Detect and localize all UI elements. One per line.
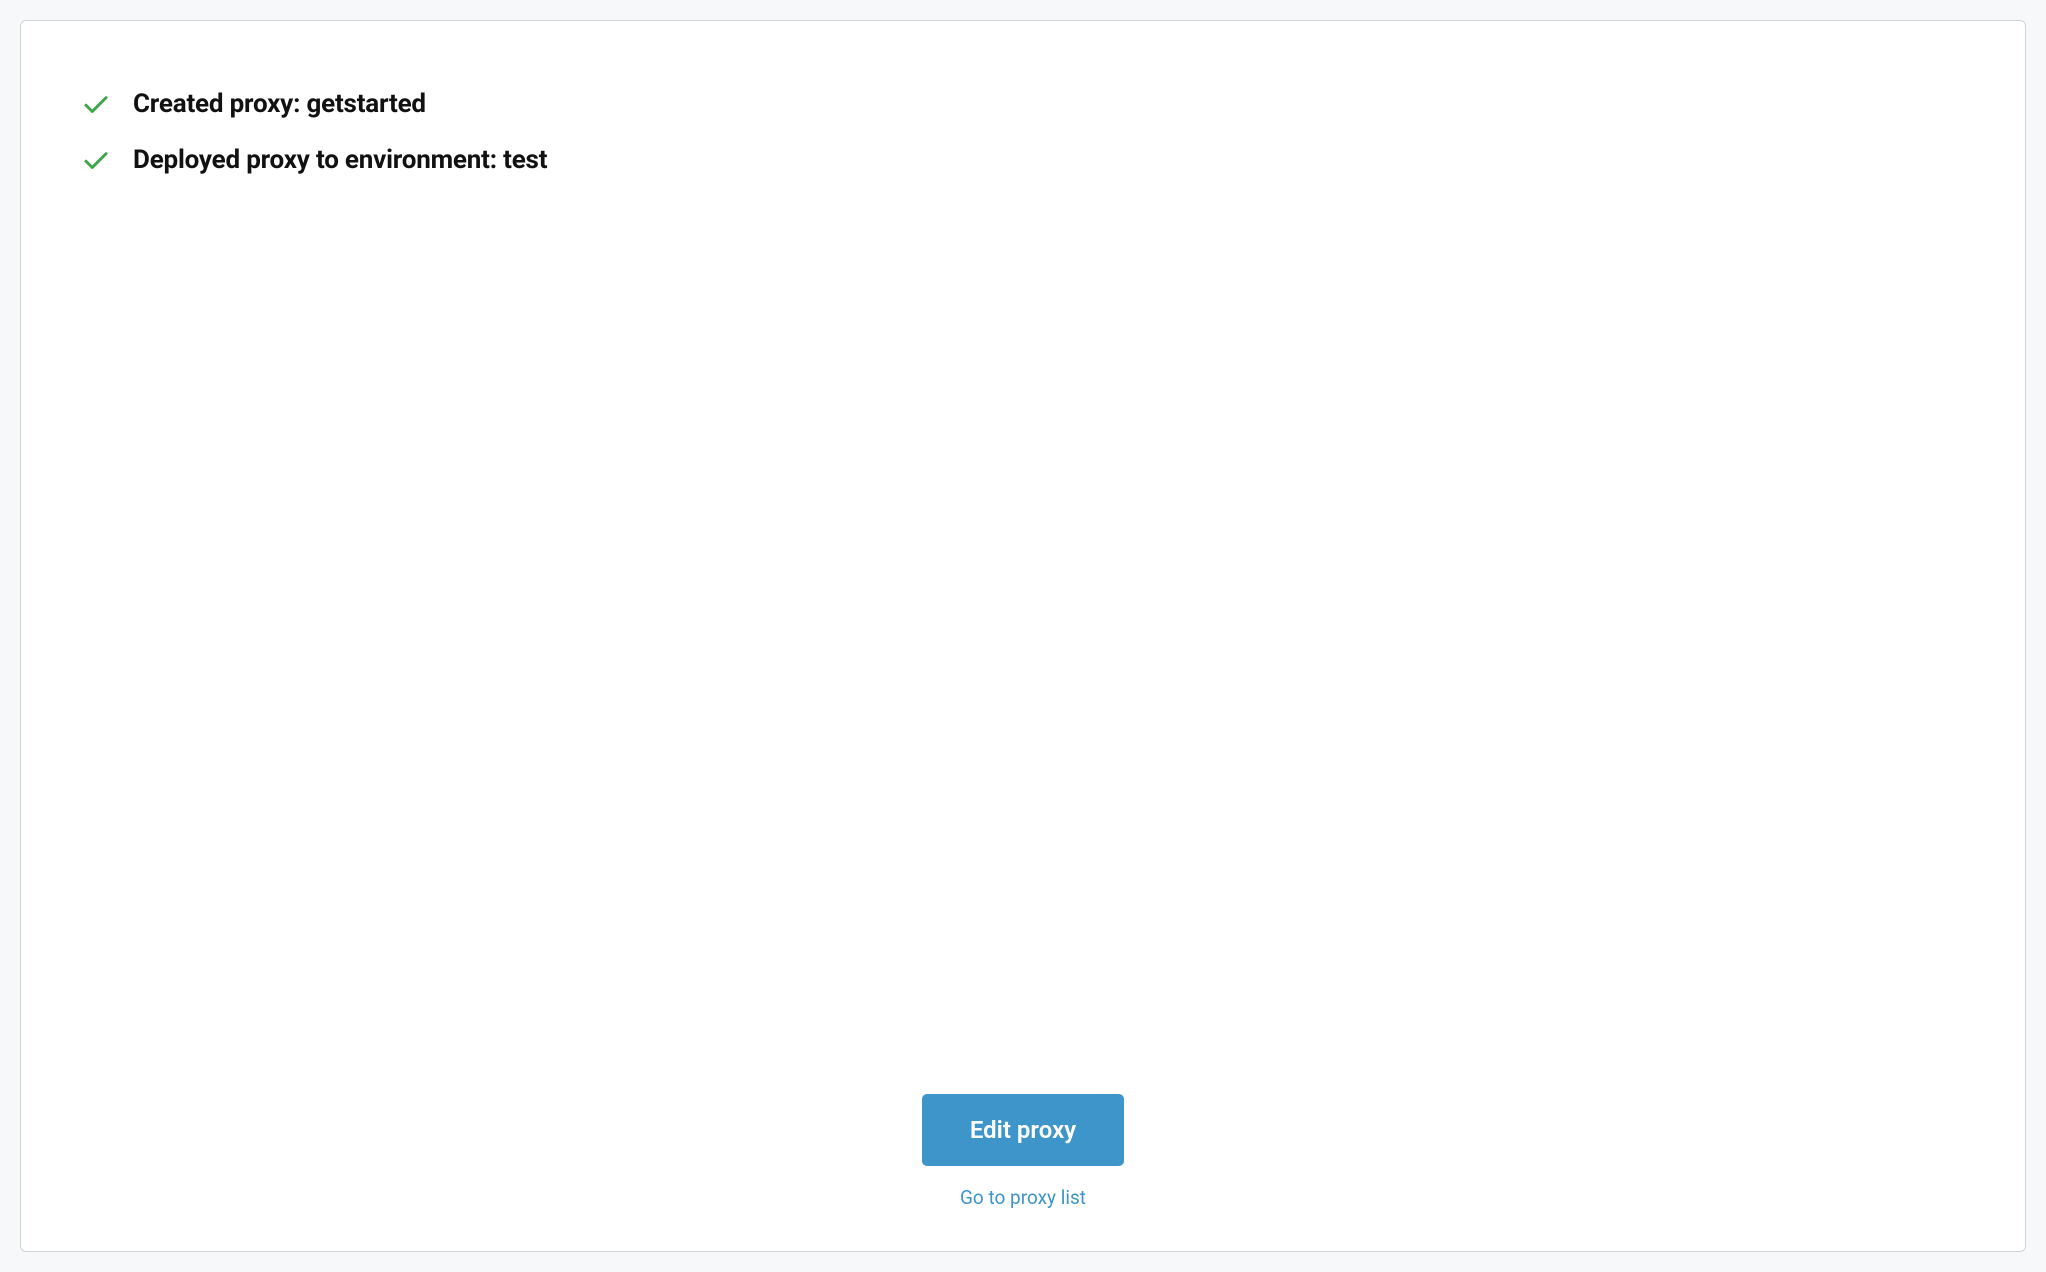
status-text: Deployed proxy to environment: test [133, 145, 547, 175]
edit-proxy-button[interactable]: Edit proxy [922, 1094, 1124, 1166]
go-to-proxy-list-link[interactable]: Go to proxy list [960, 1186, 1086, 1209]
status-row: Created proxy: getstarted [81, 89, 1965, 119]
check-icon [81, 89, 111, 119]
card-footer: Edit proxy Go to proxy list [81, 1094, 1965, 1209]
status-list: Created proxy: getstarted Deployed proxy… [81, 89, 1965, 175]
status-card: Created proxy: getstarted Deployed proxy… [20, 20, 2026, 1252]
check-icon [81, 145, 111, 175]
status-text: Created proxy: getstarted [133, 89, 426, 119]
status-row: Deployed proxy to environment: test [81, 145, 1965, 175]
